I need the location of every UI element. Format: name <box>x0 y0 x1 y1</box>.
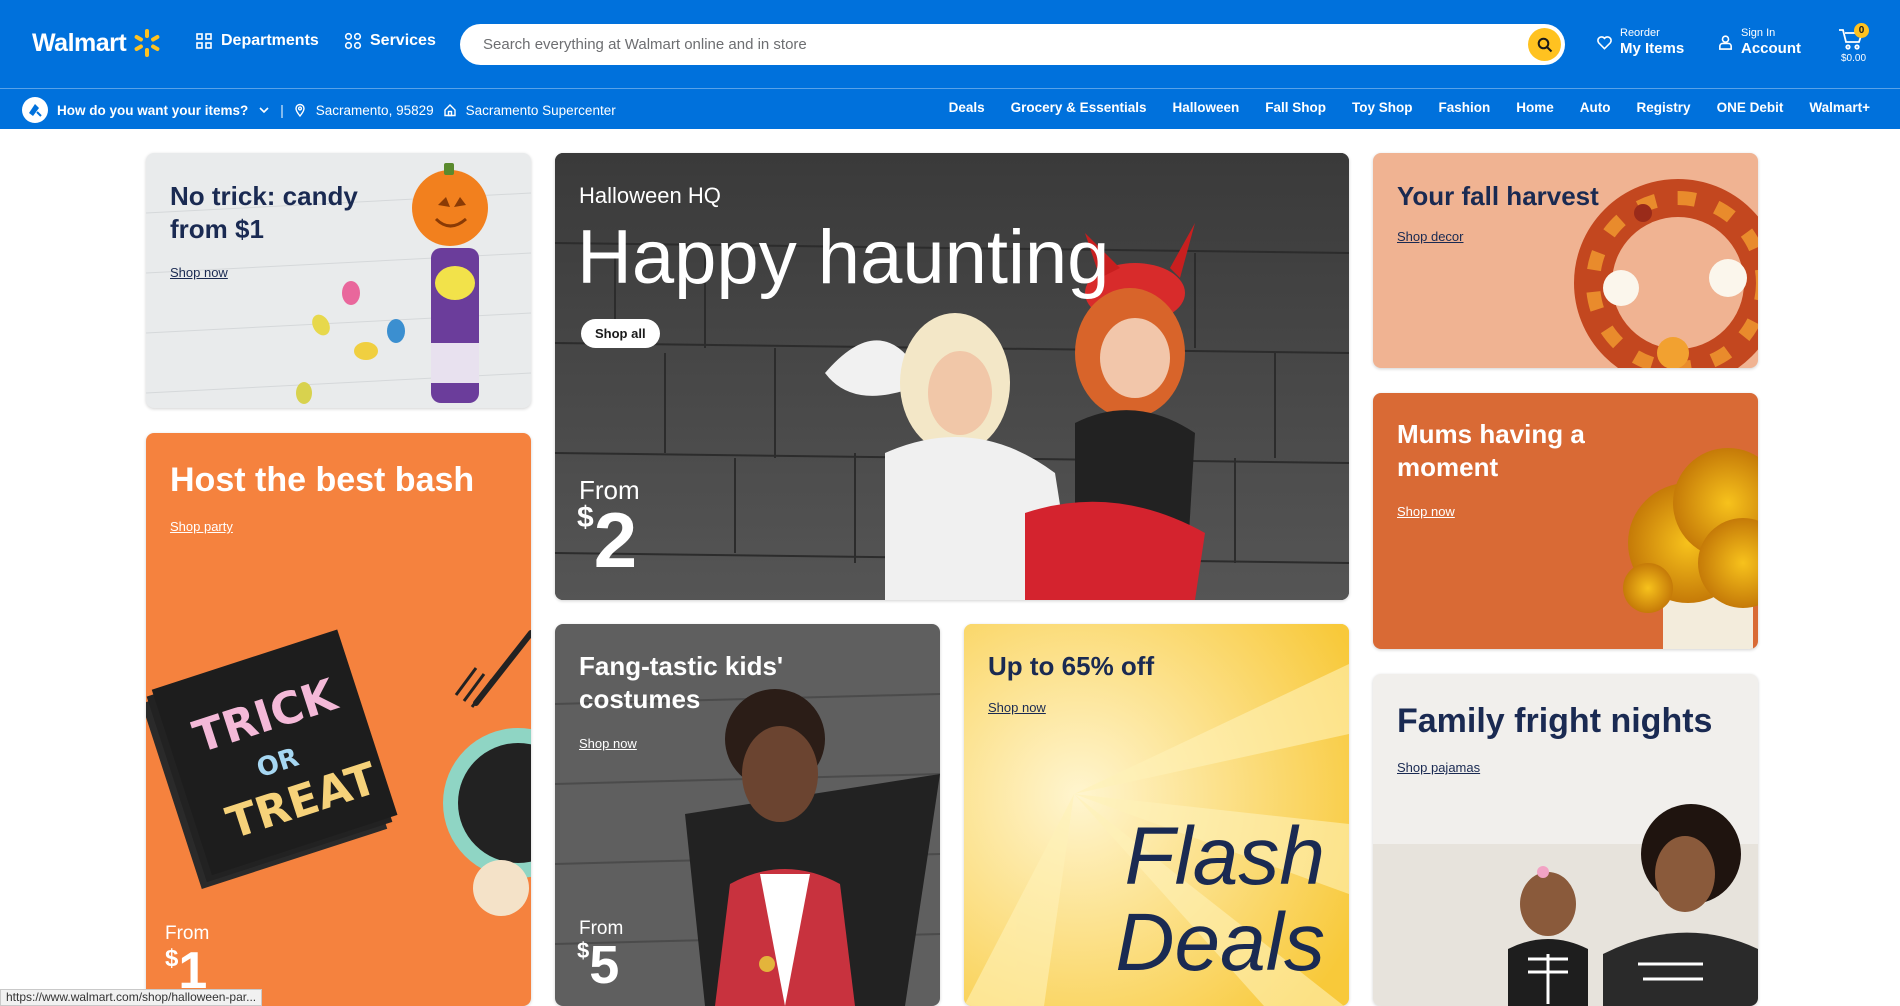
hero-price: $2 <box>577 501 637 579</box>
fall-harvest-tile[interactable]: Your fall harvest Shop decor <box>1373 153 1758 368</box>
flash-shop-link[interactable]: Shop now <box>988 700 1046 715</box>
harvest-shop-link[interactable]: Shop decor <box>1397 229 1464 244</box>
sign-in-account[interactable]: Sign In Account <box>1717 27 1801 57</box>
fulfillment-badge-icon <box>22 97 48 123</box>
walmart-logo[interactable]: Walmart <box>32 27 163 59</box>
nav-one-debit[interactable]: ONE Debit <box>1717 100 1784 115</box>
nav-toy-shop[interactable]: Toy Shop <box>1352 100 1413 115</box>
divider: | <box>280 102 284 118</box>
hero-eyebrow: Halloween HQ <box>579 183 721 208</box>
fright-title: Family fright nights <box>1397 702 1713 740</box>
top-header: Walmart Departments Services Search ever… <box>0 0 1900 88</box>
mums-title: Mums having a moment <box>1397 419 1585 482</box>
nav-fall-shop[interactable]: Fall Shop <box>1265 100 1326 115</box>
flash-deals-headline: Flash Deals <box>1115 814 1325 986</box>
search-button[interactable] <box>1528 28 1561 61</box>
hero-price-value: 2 <box>593 496 638 584</box>
fulfillment-selector[interactable]: How do you want your items? | Sacramento… <box>22 97 616 123</box>
flash-deals-tile[interactable]: Up to 65% off Shop now Flash Deals <box>964 624 1349 1006</box>
search-bar <box>460 24 1565 65</box>
candy-shop-link[interactable]: Shop now <box>170 265 228 280</box>
costumes-price: $5 <box>577 938 619 992</box>
fulfillment-question: How do you want your items? <box>57 102 249 118</box>
fright-shop-link[interactable]: Shop pajamas <box>1397 760 1480 775</box>
chevron-down-icon <box>259 107 269 114</box>
party-promo-tile[interactable]: TRICK OR TREAT Host the best bash Shop p… <box>146 433 531 1006</box>
cart-count-badge: 0 <box>1854 23 1869 38</box>
browser-status-url: https://www.walmart.com/shop/halloween-p… <box>0 989 263 1006</box>
kids-costumes-tile[interactable]: Fang-tastic kids' costumes Shop now From… <box>555 624 940 1006</box>
nav-walmart-plus[interactable]: Walmart+ <box>1809 100 1870 115</box>
location-pin-icon <box>295 103 305 117</box>
location-text: Sacramento, 95829 <box>315 102 434 118</box>
reorder-big-label: My Items <box>1620 40 1685 57</box>
heart-icon <box>1597 35 1612 50</box>
flash-line-1: Flash <box>1124 811 1325 902</box>
mums-shop-link[interactable]: Shop now <box>1397 504 1455 519</box>
category-nav: Deals Grocery & Essentials Halloween Fal… <box>949 100 1870 115</box>
party-price-symbol: $ <box>165 945 179 972</box>
nav-home[interactable]: Home <box>1516 100 1554 115</box>
party-title: Host the best bash <box>170 461 475 499</box>
services-button[interactable]: Services <box>344 32 436 50</box>
flash-title: Up to 65% off <box>988 651 1155 681</box>
nav-fashion[interactable]: Fashion <box>1439 100 1491 115</box>
store-icon <box>443 104 456 117</box>
hero-shop-all-button[interactable]: Shop all <box>581 319 660 348</box>
costumes-shop-link[interactable]: Shop now <box>579 736 637 751</box>
departments-label: Departments <box>221 32 319 49</box>
secondary-nav-bar: How do you want your items? | Sacramento… <box>0 88 1900 129</box>
candy-title: No trick: candy from $1 <box>170 181 358 244</box>
grid-icon <box>196 33 212 49</box>
mums-tile[interactable]: Mums having a moment Shop now <box>1373 393 1758 649</box>
hero-title: Happy haunting <box>577 215 1110 300</box>
search-icon <box>1537 37 1552 52</box>
party-shop-link[interactable]: Shop party <box>170 519 233 534</box>
nav-grocery[interactable]: Grocery & Essentials <box>1011 100 1147 115</box>
candy-promo-tile[interactable]: No trick: candy from $1 Shop now <box>146 153 531 408</box>
spark-icon <box>134 29 160 57</box>
harvest-title: Your fall harvest <box>1397 181 1599 211</box>
hero-price-symbol: $ <box>577 501 594 534</box>
reorder-small-label: Reorder <box>1620 27 1660 39</box>
person-icon <box>1719 34 1732 50</box>
reorder-my-items[interactable]: Reorder My Items <box>1596 27 1684 57</box>
nav-registry[interactable]: Registry <box>1637 100 1691 115</box>
services-icon <box>344 32 362 50</box>
nav-auto[interactable]: Auto <box>1580 100 1611 115</box>
costumes-price-symbol: $ <box>577 938 590 963</box>
departments-button[interactable]: Departments <box>195 32 319 50</box>
cart-button[interactable]: 0 $0.00 <box>1836 22 1872 66</box>
search-input[interactable] <box>483 36 1483 53</box>
signin-big-label: Account <box>1741 40 1801 57</box>
family-fright-tile[interactable]: Family fright nights Shop pajamas <box>1373 674 1758 1006</box>
flash-line-2: Deals <box>1115 897 1325 988</box>
costumes-title: Fang-tastic kids' costumes <box>579 651 784 714</box>
nav-halloween[interactable]: Halloween <box>1172 100 1239 115</box>
pickup-icon <box>29 104 42 117</box>
nav-deals[interactable]: Deals <box>949 100 985 115</box>
signin-small-label: Sign In <box>1741 27 1776 39</box>
store-text: Sacramento Supercenter <box>465 102 616 118</box>
logo-text: Walmart <box>32 28 127 57</box>
cart-total: $0.00 <box>1841 53 1867 64</box>
costumes-price-value: 5 <box>589 935 620 995</box>
halloween-hero-tile[interactable]: Halloween HQ Happy haunting Shop all Fro… <box>555 153 1349 600</box>
services-label: Services <box>370 32 436 49</box>
